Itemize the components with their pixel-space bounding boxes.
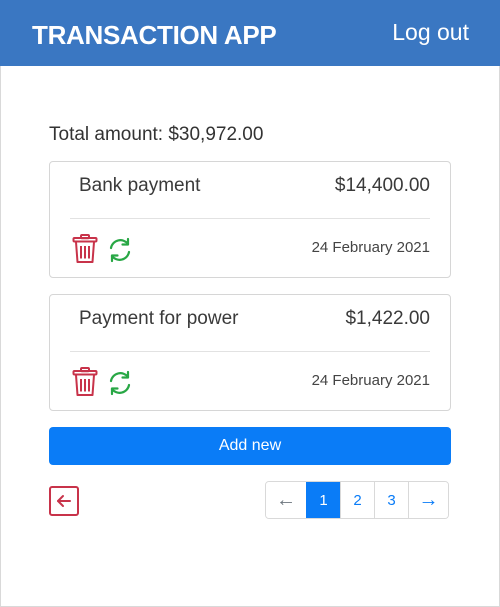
card-divider xyxy=(70,351,430,352)
transaction-card: Bank payment $14,400.00 24 February 2021 xyxy=(49,161,451,278)
pagination-prev[interactable]: ← xyxy=(266,482,306,518)
pagination-page-3[interactable]: 3 xyxy=(374,482,408,518)
sync-icon[interactable] xyxy=(106,236,134,264)
transaction-name: Bank payment xyxy=(79,175,201,196)
transaction-card: Payment for power $1,422.00 24 February … xyxy=(49,294,451,411)
pagination-page-1[interactable]: 1 xyxy=(306,482,340,518)
card-divider xyxy=(70,218,430,219)
sync-icon[interactable] xyxy=(106,369,134,397)
trash-icon[interactable] xyxy=(72,234,98,264)
transaction-date: 24 February 2021 xyxy=(311,239,430,256)
transaction-amount: $1,422.00 xyxy=(345,308,430,329)
back-button[interactable] xyxy=(49,486,79,516)
add-new-button[interactable]: Add new xyxy=(49,427,451,465)
pagination-page-2[interactable]: 2 xyxy=(340,482,374,518)
pagination: ← 1 2 3 → xyxy=(265,481,449,519)
logout-link[interactable]: Log out xyxy=(392,19,469,46)
transaction-name: Payment for power xyxy=(79,308,239,329)
transaction-amount: $14,400.00 xyxy=(334,175,430,196)
app-title: TRANSACTION APP xyxy=(32,19,277,50)
trash-icon[interactable] xyxy=(72,367,98,397)
total-amount: Total amount: $30,972.00 xyxy=(49,124,264,145)
app-header: TRANSACTION APP Log out xyxy=(0,0,500,66)
back-arrow-icon xyxy=(57,495,71,507)
transaction-date: 24 February 2021 xyxy=(311,372,430,389)
pagination-next[interactable]: → xyxy=(408,482,448,518)
